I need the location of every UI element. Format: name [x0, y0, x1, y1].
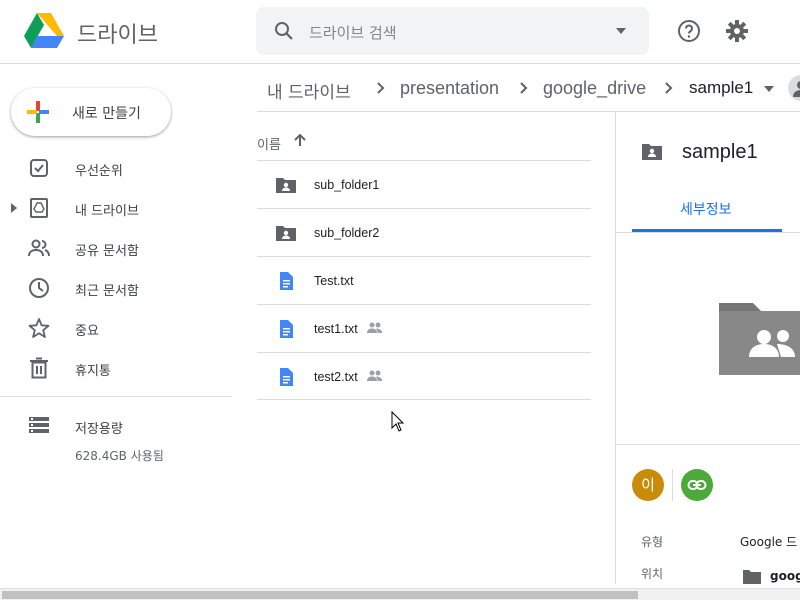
- breadcrumb-presentation[interactable]: presentation: [400, 78, 499, 99]
- new-button[interactable]: 새로 만들기: [11, 88, 171, 136]
- storage-icon: [29, 417, 49, 433]
- sidebar-item-trash[interactable]: 휴지통: [0, 350, 232, 386]
- document-icon: [280, 272, 293, 290]
- owner-avatar[interactable]: 이: [632, 469, 664, 501]
- details-title: sample1: [682, 141, 758, 163]
- document-icon: [280, 320, 293, 338]
- file-name: test2.txt: [314, 370, 358, 384]
- tabs-divider: [616, 232, 800, 233]
- gear-icon[interactable]: [724, 18, 750, 44]
- expand-arrow-icon[interactable]: [11, 203, 17, 213]
- search-icon[interactable]: [272, 19, 296, 43]
- file-row[interactable]: test2.txt: [257, 352, 591, 400]
- shared-folder-icon: [642, 144, 662, 160]
- storage-label[interactable]: 저장용량: [75, 418, 123, 437]
- sidebar-item-label: 우선순위: [75, 164, 123, 179]
- avatar-separator: [672, 469, 673, 501]
- plus-icon: [27, 101, 49, 123]
- sidebar-item-label: 공유 문서함: [75, 244, 139, 259]
- chevron-right-icon: [520, 82, 528, 94]
- sidebar-item-shared[interactable]: 공유 문서함: [0, 230, 232, 266]
- breadcrumb-divider: [257, 111, 800, 112]
- file-name: sub_folder1: [314, 178, 380, 192]
- shared-folder-preview-icon: [719, 303, 800, 375]
- my-drive-icon: [30, 198, 48, 218]
- detail-label-location: 위치: [641, 567, 664, 581]
- priority-check-icon: [30, 159, 48, 177]
- document-icon: [280, 368, 293, 386]
- mouse-cursor-icon: [391, 411, 405, 432]
- breadcrumb-current-folder[interactable]: sample1: [689, 78, 753, 98]
- file-row[interactable]: sub_folder1: [257, 160, 591, 208]
- file-name: sub_folder2: [314, 226, 380, 240]
- sidebar-item-priority[interactable]: 우선순위: [0, 150, 232, 186]
- details-divider: [616, 444, 800, 445]
- search-placeholder[interactable]: 드라이브 검색: [309, 22, 397, 43]
- search-options-icon[interactable]: [615, 27, 627, 35]
- arrow-up-icon[interactable]: [292, 132, 308, 148]
- link-icon: [687, 480, 707, 490]
- account-avatar[interactable]: [788, 75, 800, 101]
- shared-people-icon: [28, 239, 50, 257]
- sidebar-item-label: 중요: [75, 324, 99, 339]
- scrollbar-thumb[interactable]: [2, 591, 638, 599]
- file-row[interactable]: sub_folder2: [257, 208, 591, 256]
- chevron-right-icon: [377, 82, 385, 94]
- storage-used: 628.4GB 사용됨: [75, 449, 164, 463]
- file-row[interactable]: test1.txt: [257, 304, 591, 352]
- folder-icon: [743, 570, 761, 584]
- app-title[interactable]: 드라이브: [77, 17, 158, 49]
- file-row[interactable]: Test.txt: [257, 256, 591, 304]
- shared-people-icon: [367, 370, 382, 381]
- clock-icon: [29, 278, 49, 298]
- top-header: 드라이브 드라이브 검색: [0, 0, 800, 64]
- tab-details[interactable]: 세부정보: [680, 199, 732, 219]
- drive-logo[interactable]: [24, 13, 64, 49]
- sidebar-item-label: 최근 문서함: [75, 284, 139, 299]
- details-panel-divider: [615, 112, 616, 584]
- sidebar-item-label: 내 드라이브: [75, 204, 139, 219]
- breadcrumb-my-drive[interactable]: 내 드라이브: [267, 78, 351, 103]
- star-icon: [28, 318, 50, 338]
- horizontal-scrollbar[interactable]: [0, 588, 800, 600]
- shared-people-icon: [367, 322, 382, 333]
- sidebar-item-starred[interactable]: 중요: [0, 310, 232, 346]
- help-icon[interactable]: [676, 18, 702, 44]
- sidebar-item-label: 휴지통: [75, 364, 111, 379]
- sidebar-item-recent[interactable]: 최근 문서함: [0, 270, 232, 306]
- chevron-down-icon[interactable]: [763, 85, 775, 93]
- sidebar-divider: [0, 396, 232, 397]
- breadcrumb-google-drive[interactable]: google_drive: [543, 78, 646, 99]
- trash-icon: [30, 357, 48, 379]
- chevron-right-icon: [665, 82, 673, 94]
- file-name: Test.txt: [314, 274, 354, 288]
- share-link-button[interactable]: [681, 469, 713, 501]
- column-header-name[interactable]: 이름: [257, 134, 281, 153]
- shared-folder-icon: [276, 178, 296, 193]
- detail-value-location[interactable]: goog: [770, 569, 800, 583]
- new-button-label: 새로 만들기: [72, 106, 141, 122]
- detail-value-type: Google 드: [740, 535, 798, 549]
- sidebar-item-my-drive[interactable]: 내 드라이브: [0, 190, 232, 226]
- detail-label-type: 유형: [641, 535, 664, 549]
- shared-folder-icon: [276, 226, 296, 241]
- file-name: test1.txt: [314, 322, 358, 336]
- search-bar[interactable]: 드라이브 검색: [256, 7, 649, 55]
- drive-window: 드라이브 드라이브 검색 새로 만들기 우선순위 내 드라이브 공유 문서함 최…: [0, 0, 800, 600]
